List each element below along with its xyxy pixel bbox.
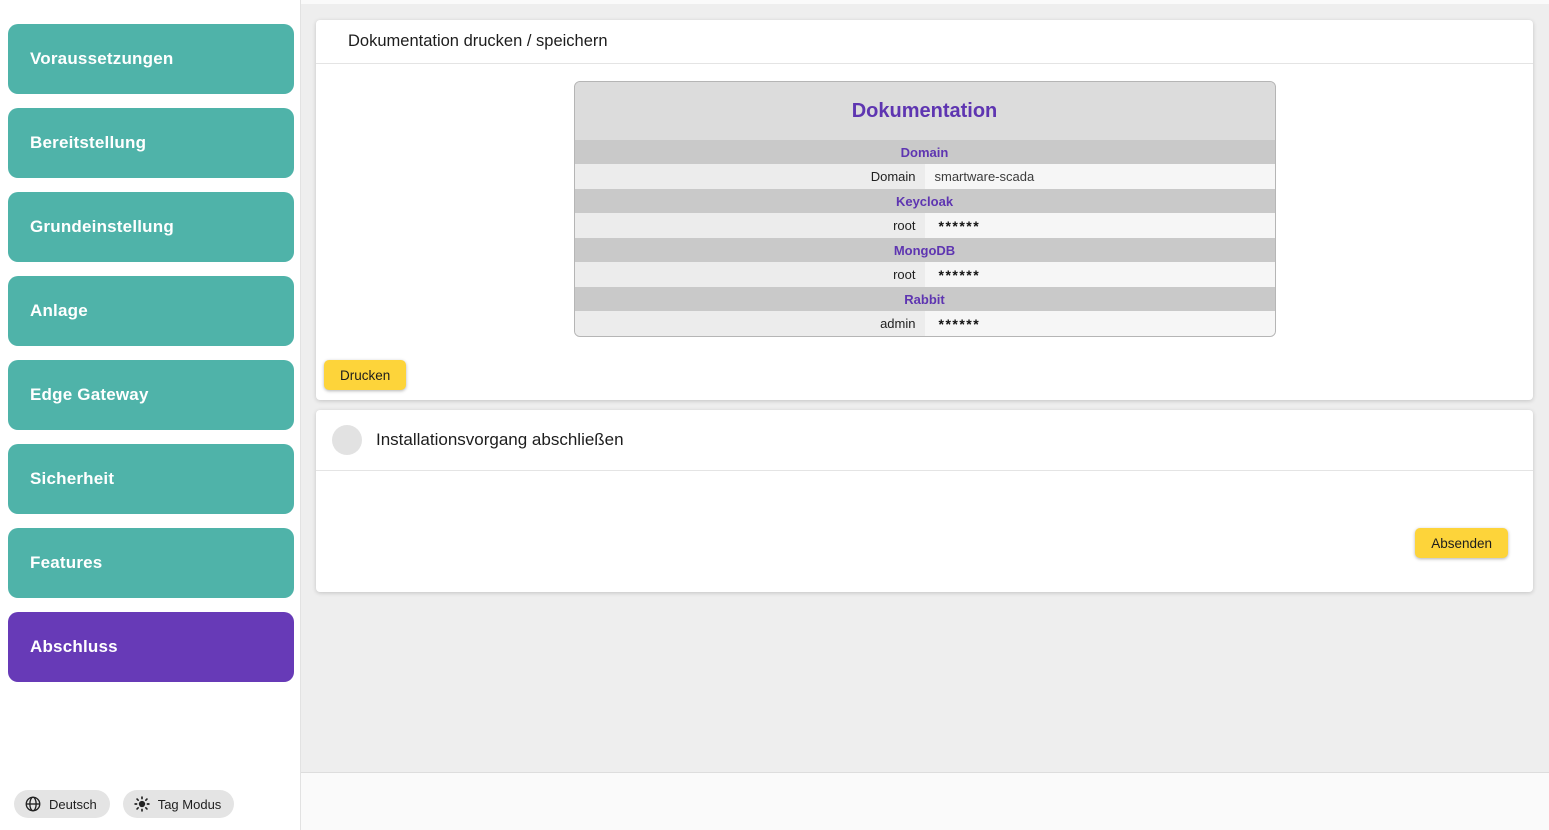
documentation-table: Dokumentation Domain Domain smartware-sc… [574, 81, 1276, 337]
print-actions: Drucken [316, 337, 1533, 390]
doc-section-keycloak: Keycloak [575, 189, 1275, 213]
sidebar: Voraussetzungen Bereitstellung Grundeins… [0, 0, 301, 830]
language-button-label: Deutsch [49, 797, 97, 812]
main-content: Dokumentation drucken / speichern Dokume… [301, 0, 1549, 830]
sidebar-item-edge-gateway[interactable]: Edge Gateway [8, 360, 294, 430]
doc-row-label: root [575, 262, 925, 287]
step-circle-icon [332, 425, 362, 455]
doc-section-rabbit: Rabbit [575, 287, 1275, 311]
print-button[interactable]: Drucken [324, 360, 406, 390]
sidebar-item-voraussetzungen[interactable]: Voraussetzungen [8, 24, 294, 94]
doc-row-label: root [575, 213, 925, 238]
doc-section-mongodb: MongoDB [575, 238, 1275, 262]
table-row: root ****** [575, 262, 1275, 287]
theme-mode-button[interactable]: Tag Modus [123, 790, 235, 818]
sidebar-item-sicherheit[interactable]: Sicherheit [8, 444, 294, 514]
sidebar-item-anlage[interactable]: Anlage [8, 276, 294, 346]
sidebar-footer: Deutsch Tag Mod [14, 790, 234, 818]
sidebar-item-bereitstellung[interactable]: Bereitstellung [8, 108, 294, 178]
sun-icon [133, 795, 151, 813]
finish-card-title: Installationsvorgang abschließen [376, 430, 624, 450]
doc-table-title: Dokumentation [575, 82, 1275, 140]
finish-card-header: Installationsvorgang abschließen [316, 410, 1533, 471]
finish-installation-card: Installationsvorgang abschließen Absende… [316, 410, 1533, 592]
table-row: admin ****** [575, 311, 1275, 336]
sidebar-item-features[interactable]: Features [8, 528, 294, 598]
globe-icon [24, 795, 42, 813]
table-row: Domain smartware-scada [575, 164, 1275, 189]
sidebar-item-abschluss[interactable]: Abschluss [8, 612, 294, 682]
documentation-card: Dokumentation drucken / speichern Dokume… [316, 20, 1533, 400]
finish-actions: Absenden [316, 471, 1533, 558]
language-button[interactable]: Deutsch [14, 790, 110, 818]
doc-row-masked-password: ****** [925, 262, 1275, 287]
doc-row-label: admin [575, 311, 925, 336]
doc-row-value: smartware-scada [925, 164, 1275, 189]
documentation-card-header: Dokumentation drucken / speichern [316, 20, 1533, 64]
doc-section-domain: Domain [575, 140, 1275, 164]
submit-button[interactable]: Absenden [1415, 528, 1508, 558]
table-row: root ****** [575, 213, 1275, 238]
doc-row-masked-password: ****** [925, 213, 1275, 238]
documentation-card-title: Dokumentation drucken / speichern [348, 32, 608, 51]
doc-row-masked-password: ****** [925, 311, 1275, 336]
sidebar-item-grundeinstellung[interactable]: Grundeinstellung [8, 192, 294, 262]
theme-mode-button-label: Tag Modus [158, 797, 222, 812]
doc-row-label: Domain [575, 164, 925, 189]
